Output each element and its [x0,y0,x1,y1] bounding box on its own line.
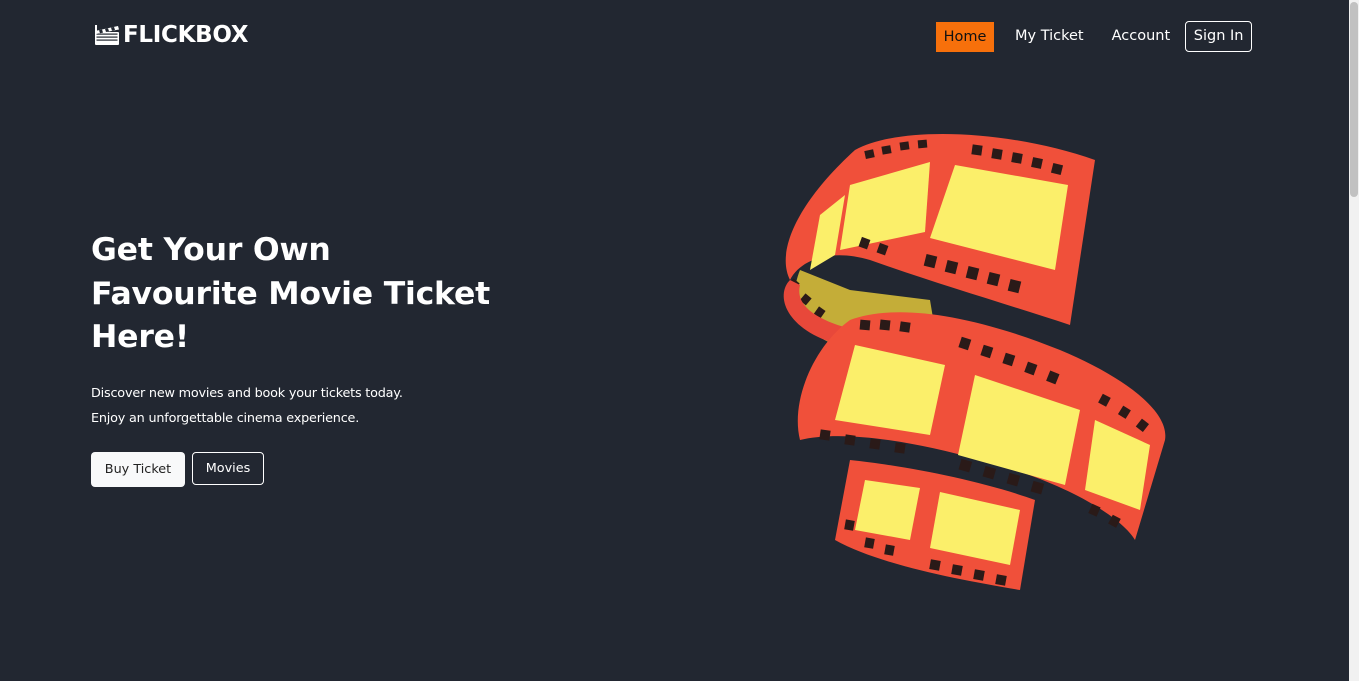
hero-title-line: Get Your Own [91,232,331,268]
hero-buttons: Buy Ticket Movies [91,452,264,487]
navbar: FLICKBOX Home My Ticket Account Sign In [0,0,1349,72]
nav-links: Home My Ticket Account Sign In [936,20,1253,52]
film-reel-illustration [783,133,1166,590]
hero-description-line: Discover new movies and book your ticket… [91,386,403,401]
scrollbar-thumb[interactable] [1350,2,1358,197]
page: FLICKBOX Home My Ticket Account Sign In … [0,0,1359,681]
hero-description-line: Enjoy an unforgettable cinema experience… [91,411,360,426]
hero-description: Discover new movies and book your ticket… [91,381,403,431]
clapperboard-icon [95,25,119,45]
sign-in-button[interactable]: Sign In [1185,20,1253,52]
hero-title-line: Here! [91,319,189,355]
nav-item-account[interactable]: Account [1112,28,1171,44]
hero-title: Get Your Own Favourite Movie Ticket Here… [91,229,551,360]
hero-title-line: Favourite Movie Ticket [91,275,490,312]
page-scrollbar[interactable] [1349,0,1359,681]
nav-item-home[interactable]: Home [936,22,994,52]
buy-ticket-button[interactable]: Buy Ticket [91,452,185,487]
brand-logo-link[interactable]: FLICKBOX [94,22,249,48]
brand-name: FLICKBOX [123,22,249,48]
nav-item-my-ticket[interactable]: My Ticket [1015,28,1084,44]
movies-button[interactable]: Movies [192,452,264,485]
